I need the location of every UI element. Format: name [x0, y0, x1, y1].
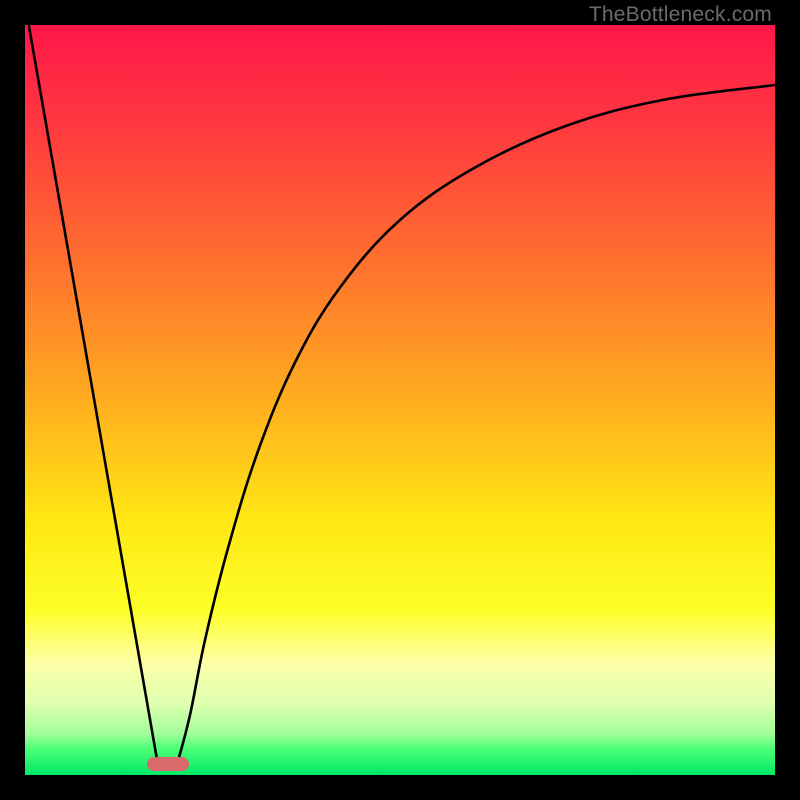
curve-left-branch	[29, 25, 158, 764]
minimum-marker	[147, 757, 189, 771]
watermark-text: TheBottleneck.com	[589, 3, 772, 27]
curve-layer	[25, 25, 775, 775]
plot-area	[25, 25, 775, 775]
outer-frame: TheBottleneck.com	[0, 0, 800, 800]
curve-right-branch	[177, 85, 775, 764]
